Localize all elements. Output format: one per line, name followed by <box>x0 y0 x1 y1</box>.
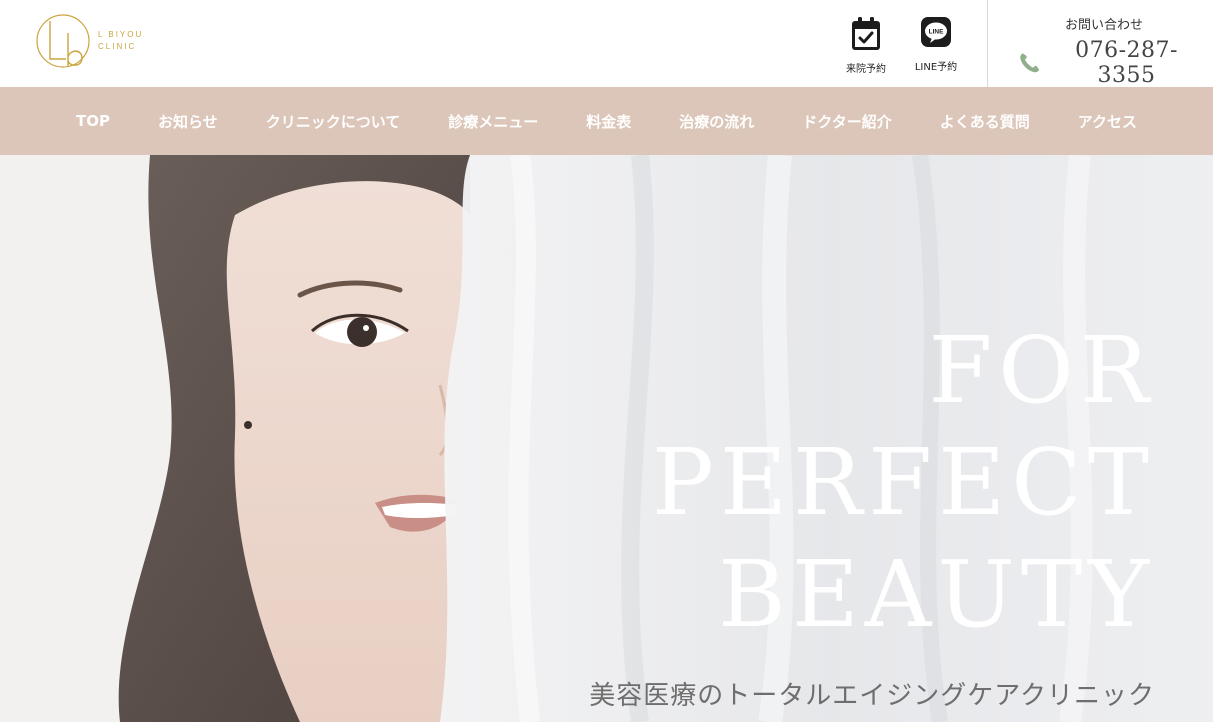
main-nav: TOP お知らせ クリニックについて 診療メニュー 料金表 治療の流れ ドクター… <box>0 87 1213 155</box>
line-icon: LINE <box>921 17 951 47</box>
site-header: L BIYOU CLINIC 来院予約 LINE LINE予約 お問い合わせ 0… <box>0 0 1213 88</box>
phone-number: 076-287-3355 <box>1075 38 1178 88</box>
hero-title-line3: BEAUTY <box>718 541 1155 648</box>
nav-item-access[interactable]: アクセス <box>1054 111 1161 132</box>
clinic-logo[interactable]: L BIYOU CLINIC <box>36 7 148 77</box>
phone-link[interactable]: 076-287-3355 <box>1018 38 1204 88</box>
hero-title-line1: FOR <box>928 317 1155 424</box>
hero-subtitle: 美容医療のトータルエイジングケアクリニック <box>589 681 1155 711</box>
logo-wordmark: L BIYOU CLINIC <box>98 29 143 53</box>
hero-section: FOR PERFECT BEAUTY 美容医療のトータルエイジングケアクリニック <box>0 155 1213 722</box>
calendar-check-icon <box>852 17 880 50</box>
nav-item-faq[interactable]: よくある質問 <box>916 111 1054 132</box>
logo-text-line2: CLINIC <box>98 42 137 51</box>
phone-icon <box>1020 53 1040 73</box>
nav-item-news[interactable]: お知らせ <box>134 111 242 132</box>
nav-item-price[interactable]: 料金表 <box>562 111 655 132</box>
contact-label: お問い合わせ <box>1064 18 1143 33</box>
line-reserve-button[interactable]: LINE LINE予約 <box>906 16 966 73</box>
visit-reserve-button[interactable]: 来院予約 <box>836 16 896 75</box>
nav-item-menu[interactable]: 診療メニュー <box>424 111 562 132</box>
line-reserve-label: LINE予約 <box>914 62 958 73</box>
contact-block[interactable]: お問い合わせ 076-287-3355 <box>1004 14 1204 88</box>
nav-item-flow[interactable]: 治療の流れ <box>655 111 778 132</box>
hero-title: FOR PERFECT BEAUTY <box>652 315 1155 651</box>
nav-item-about[interactable]: クリニックについて <box>242 111 425 132</box>
logo-text-line1: L BIYOU <box>98 30 144 39</box>
nav-item-doctor[interactable]: ドクター紹介 <box>778 111 915 132</box>
hero-title-line2: PERFECT <box>651 429 1155 536</box>
line-badge-text: LINE <box>929 29 944 36</box>
header-divider <box>987 0 988 87</box>
visit-reserve-label: 来院予約 <box>846 64 886 75</box>
nav-item-top[interactable]: TOP <box>52 112 134 130</box>
